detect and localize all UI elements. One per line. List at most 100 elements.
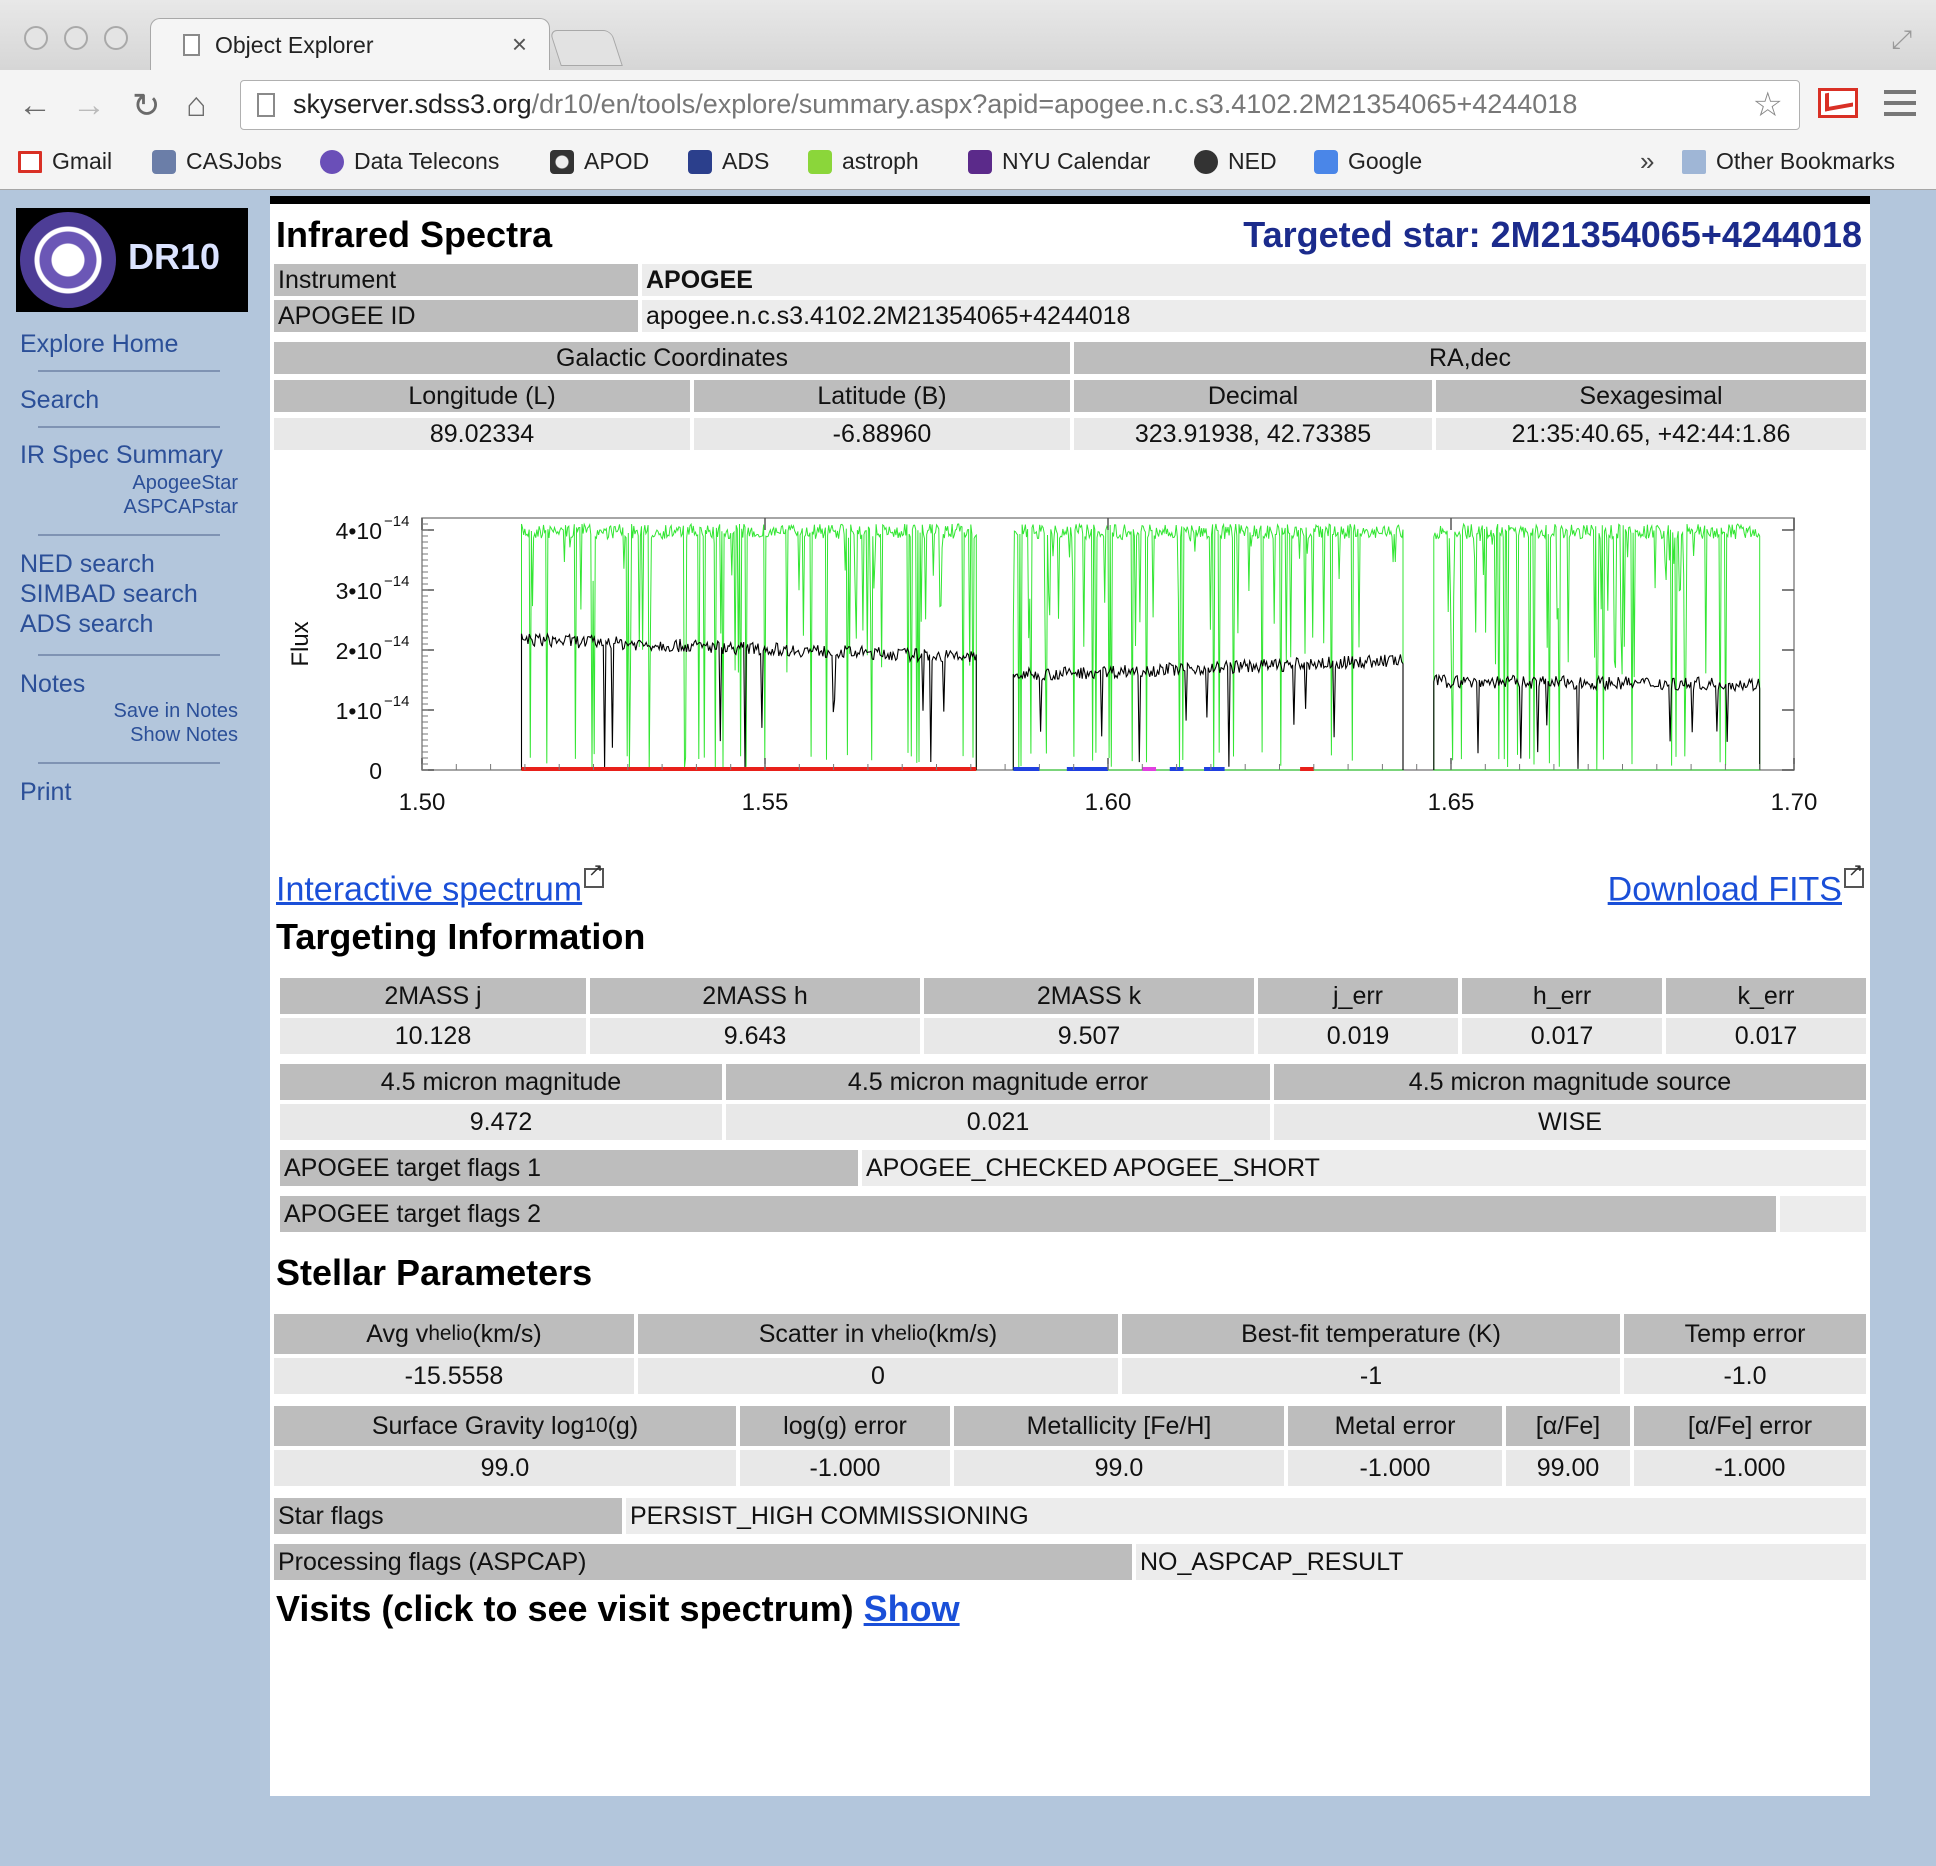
scatter-vhelio-value: 0 (638, 1358, 1118, 1394)
bookmark-google[interactable]: Google (1314, 148, 1422, 175)
y-tick-label: 4•10 (336, 518, 382, 544)
micron-magnitude-error-value: 0.021 (726, 1104, 1270, 1140)
nav-separator (38, 426, 220, 428)
bookmarks-overflow-chevron[interactable]: » (1640, 146, 1654, 177)
y-tick-exponent: −14 (384, 633, 409, 650)
star-flags-value: PERSIST_HIGH COMMISSIONING (626, 1498, 1866, 1534)
window-close-button[interactable] (24, 26, 48, 50)
telecon-icon (320, 149, 344, 174)
nav-show-notes[interactable]: Show Notes (130, 724, 238, 747)
menu-icon[interactable] (1884, 90, 1916, 116)
bookmark-other[interactable]: Other Bookmarks (1682, 148, 1895, 175)
logo-text: DR10 (128, 236, 221, 277)
micron-magnitude-value: 9.472 (280, 1104, 722, 1140)
sdss-emblem-icon (20, 212, 116, 308)
casjobs-icon (152, 149, 176, 174)
temp-error-value: -1.0 (1624, 1358, 1866, 1394)
interactive-spectrum-link[interactable]: Interactive spectrum (276, 860, 605, 909)
ads-icon (688, 149, 712, 174)
external-link-icon (584, 860, 605, 888)
browser-tab[interactable]: Object Explorer × (150, 18, 550, 70)
folder-icon (1682, 149, 1706, 174)
new-tab-button[interactable] (549, 30, 623, 66)
url-text[interactable]: skyserver.sdss3.org/dr10/en/tools/explor… (293, 89, 1577, 120)
nav-apogee-star[interactable]: ApogeeStar (132, 472, 238, 495)
target-flags-2-value (1780, 1196, 1866, 1232)
nav-simbad-search[interactable]: SIMBAD search (20, 580, 198, 609)
nav-print[interactable]: Print (20, 778, 71, 807)
address-bar[interactable]: skyserver.sdss3.org/dr10/en/tools/explor… (240, 80, 1800, 130)
nav-ads-search[interactable]: ADS search (20, 610, 153, 639)
home-icon[interactable]: ⌂ (186, 86, 207, 125)
forward-icon[interactable]: → (72, 86, 106, 125)
micron-magnitude-source-value: WISE (1274, 1104, 1866, 1140)
bookmark-star-icon[interactable]: ☆ (1753, 85, 1783, 125)
j-err-header: j_err (1258, 978, 1458, 1014)
nyu-icon (968, 149, 992, 174)
alpha-fe-error-value: -1.000 (1634, 1450, 1866, 1486)
bookmark-astroph[interactable]: astroph (808, 148, 919, 175)
micron-magnitude-error-header: 4.5 micron magnitude error (726, 1064, 1270, 1100)
stellar-spectrum-chip-2 (1012, 654, 1404, 770)
target-flags-2-label: APOGEE target flags 2 (280, 1196, 1776, 1232)
y-tick-label: 3•10 (336, 578, 382, 604)
visits-show-link[interactable]: Show (864, 1588, 960, 1629)
bookmark-apod[interactable]: APOD (550, 148, 649, 175)
x-tick-label: 1.65 (1428, 789, 1475, 816)
nav-separator (38, 762, 220, 764)
y-tick-exponent: −14 (384, 513, 409, 530)
k-err-header: k_err (1666, 978, 1866, 1014)
nav-separator (38, 534, 220, 536)
nav-save-in-notes[interactable]: Save in Notes (113, 700, 238, 723)
avg-vhelio-header: Avg v helio (km/s) (274, 1314, 634, 1354)
sky-spectrum-chip-2 (1012, 522, 1404, 771)
avg-vhelio-value: -15.5558 (274, 1358, 634, 1394)
browser-tab-bar: Object Explorer × ⤢ (0, 0, 1936, 70)
page-icon (257, 93, 275, 117)
tab-title: Object Explorer (215, 32, 374, 58)
2mass-k-value: 9.507 (924, 1018, 1254, 1054)
nav-explore-home[interactable]: Explore Home (20, 330, 178, 359)
sky-spectrum-chip-3 (1433, 522, 1761, 771)
back-icon[interactable]: ← (18, 86, 52, 125)
best-fit-temperature-header: Best-fit temperature (K) (1122, 1314, 1620, 1354)
nav-ir-spec-summary[interactable]: IR Spec Summary (20, 441, 223, 470)
scatter-vhelio-header: Scatter in v helio (km/s) (638, 1314, 1118, 1354)
y-axis-label: Flux (287, 621, 314, 666)
alpha-fe-value: 99.00 (1506, 1450, 1630, 1486)
bookmark-gmail[interactable]: Gmail (18, 148, 112, 175)
nav-aspcap-star[interactable]: ASPCAPstar (124, 496, 238, 519)
window-zoom-button[interactable] (104, 26, 128, 50)
bookmark-casjobs[interactable]: CASJobs (152, 148, 282, 175)
reload-icon[interactable]: ↻ (132, 86, 161, 126)
window-minimize-button[interactable] (64, 26, 88, 50)
y-tick-exponent: −14 (384, 693, 409, 710)
fullscreen-icon[interactable]: ⤢ (1891, 24, 1912, 56)
nav-notes[interactable]: Notes (20, 670, 85, 699)
tab-close-icon[interactable]: × (512, 29, 527, 60)
bookmark-data-telecons[interactable]: Data Telecons (320, 148, 499, 175)
h-err-value: 0.017 (1462, 1018, 1662, 1054)
best-fit-temperature-value: -1 (1122, 1358, 1620, 1394)
target-flags-1-value: APOGEE_CHECKED APOGEE_SHORT (862, 1150, 1866, 1186)
target-flags-1-label: APOGEE target flags 1 (280, 1150, 858, 1186)
nav-ned-search[interactable]: NED search (20, 550, 155, 579)
stellar-parameters-title: Stellar Parameters (276, 1252, 593, 1293)
main-content: Infrared Spectra Targeted star: 2M213540… (270, 196, 1870, 1796)
bookmark-ads[interactable]: ADS (688, 148, 769, 175)
dr10-logo[interactable]: DR10 (16, 208, 248, 312)
visits-title: Visits (click to see visit spectrum) Sho… (276, 1588, 960, 1629)
alpha-fe-error-header: [α/Fe] error (1634, 1406, 1866, 1446)
bookmark-ned[interactable]: NED (1194, 148, 1277, 175)
gmail-icon (18, 150, 42, 173)
processing-flags-label: Processing flags (ASPCAP) (274, 1544, 1132, 1580)
j-err-value: 0.019 (1258, 1018, 1458, 1054)
gmail-icon[interactable] (1818, 88, 1858, 118)
bookmark-nyu-calendar[interactable]: NYU Calendar (968, 148, 1150, 175)
spectrum-chart[interactable]: 1.50 1.55 1.60 1.65 1.7001•10 −142•10 −143•10−… (270, 204, 1870, 844)
nav-search[interactable]: Search (20, 386, 99, 415)
download-fits-link[interactable]: Download FITS (1608, 860, 1864, 909)
ned-icon (1194, 149, 1218, 174)
metallicity-value: 99.0 (954, 1450, 1284, 1486)
temp-error-header: Temp error (1624, 1314, 1866, 1354)
